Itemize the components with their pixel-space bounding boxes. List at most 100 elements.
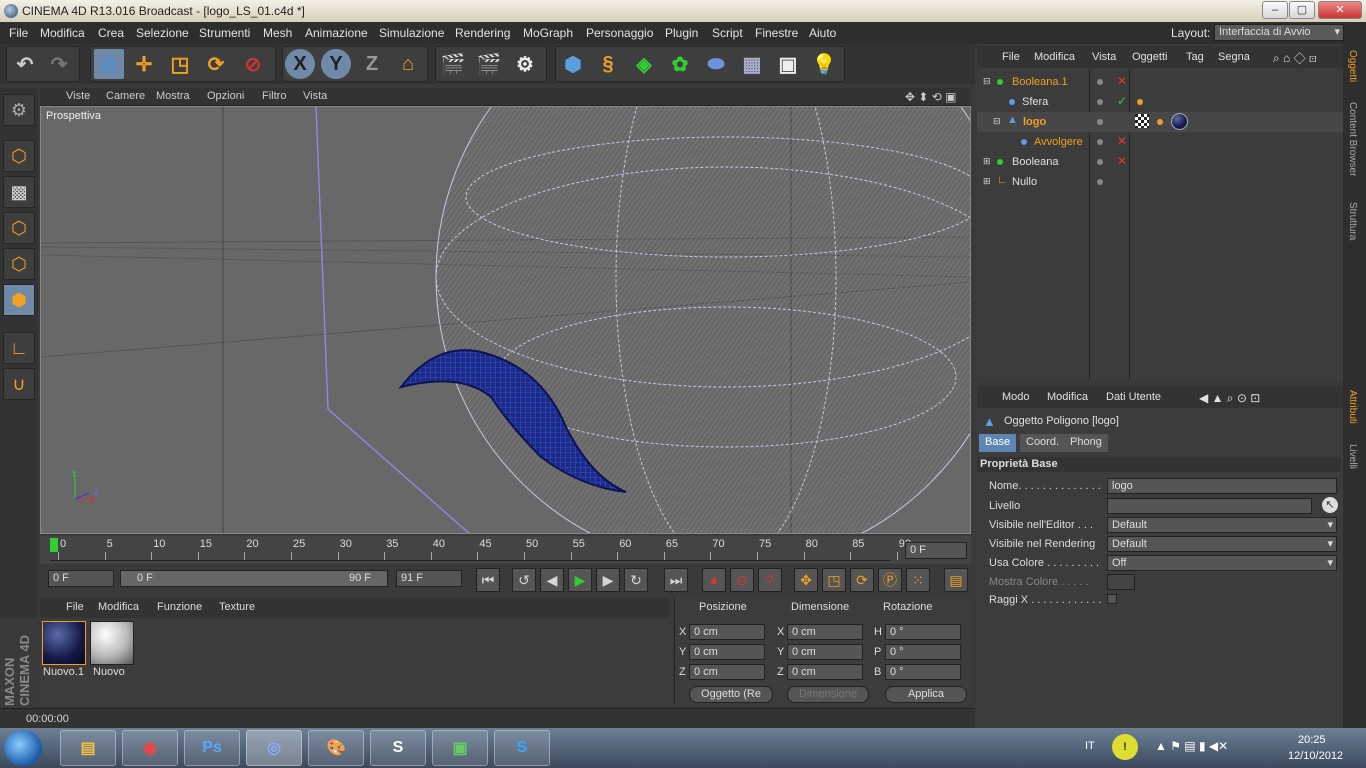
viewport-menu-camere[interactable]: Camere xyxy=(106,90,145,102)
app-taskbar-icon[interactable]: S xyxy=(370,730,426,766)
tab-base[interactable]: Base xyxy=(979,434,1017,452)
menu-simulazione[interactable]: Simulazione xyxy=(379,26,444,40)
object-menu-tag[interactable]: Tag xyxy=(1186,51,1204,63)
apply-button[interactable]: Applica xyxy=(885,686,967,703)
live-selection-icon[interactable]: ⊙ xyxy=(94,49,124,79)
remote-taskbar-icon[interactable]: ▣ xyxy=(432,730,488,766)
menu-personaggio[interactable]: Personaggio xyxy=(586,26,653,40)
coordinate-mode-select[interactable]: Oggetto (Re xyxy=(689,686,773,703)
axis-mode-icon[interactable]: ∟ xyxy=(3,332,35,364)
polygons-mode-icon[interactable]: ⬢ xyxy=(3,284,35,316)
timeline[interactable]: 051015202530354045505560657075808590 0 F xyxy=(40,536,971,564)
attr-menu-modifica[interactable]: Modifica xyxy=(1047,391,1088,403)
side-tab-livelli[interactable]: Livelli xyxy=(1347,444,1358,469)
previous-key-icon[interactable]: ↺ xyxy=(512,568,536,592)
material-menu-funzione[interactable]: Funzione xyxy=(157,601,202,613)
rot-h-field[interactable]: 0 ° xyxy=(885,624,961,640)
material-swatch-nuovo-1[interactable] xyxy=(42,621,86,665)
visibility-dot[interactable] xyxy=(1097,159,1103,165)
key-parameter-icon[interactable]: Ⓟ xyxy=(878,568,902,592)
start-button[interactable] xyxy=(4,730,42,766)
pos-y-field[interactable]: 0 cm xyxy=(689,644,765,660)
film-icon[interactable]: ▤ xyxy=(944,568,968,592)
viewport-menu-viste[interactable]: Viste xyxy=(66,90,90,102)
explorer-taskbar-icon[interactable]: ▤ xyxy=(60,730,116,766)
tab-phong[interactable]: Phong xyxy=(1064,434,1108,452)
edges-mode-icon[interactable]: ⬡ xyxy=(3,248,35,280)
object-row-booleana[interactable]: ⊞ Booleana ✕ xyxy=(977,152,1343,172)
autokey-icon[interactable]: ⊙ xyxy=(730,568,754,592)
key-rotation-icon[interactable]: ⟳ xyxy=(850,568,874,592)
key-position-icon[interactable]: ✥ xyxy=(794,568,818,592)
tray-icons[interactable]: ▲ ⚑ ▤ ▮ ◀✕ xyxy=(1155,739,1228,753)
side-tab-oggetti[interactable]: Oggetti xyxy=(1347,50,1358,82)
points-mode-icon[interactable]: ⬡ xyxy=(3,212,35,244)
search-icon[interactable]: ⌕ ⌂ ◇ ⊡ xyxy=(1273,51,1317,66)
cube-icon[interactable]: ⬢ xyxy=(558,49,588,79)
spline-icon[interactable]: § xyxy=(593,49,623,79)
viewport-menu-opzioni[interactable]: Opzioni xyxy=(207,90,244,102)
undo-icon[interactable]: ↶ xyxy=(10,49,40,79)
texture-tag-icon[interactable] xyxy=(1137,99,1143,105)
object-row-sfera[interactable]: Sfera ✓ xyxy=(977,92,1343,112)
skype-taskbar-icon[interactable]: S xyxy=(494,730,550,766)
layout-select[interactable]: Interfaccia di Avvio ▾ xyxy=(1214,24,1344,41)
visibile-editor-select[interactable]: Default ▾ xyxy=(1107,517,1337,533)
paint-taskbar-icon[interactable]: 🎨 xyxy=(308,730,364,766)
object-menu-modifica[interactable]: Modifica xyxy=(1034,51,1075,63)
phong-tag-icon[interactable] xyxy=(1157,119,1163,125)
coordinate-system-icon[interactable]: ⌂ xyxy=(393,49,423,79)
render-picture-viewer-icon[interactable]: 🎬 xyxy=(474,49,504,79)
material-menu-file[interactable]: File xyxy=(66,601,84,613)
render-settings-icon[interactable]: ⚙ xyxy=(510,49,540,79)
uvw-tag-icon[interactable] xyxy=(1135,114,1149,128)
snap-icon[interactable]: ∪ xyxy=(3,368,35,400)
preview-range-slider[interactable]: 0 F 90 F xyxy=(120,570,388,587)
start-frame-field[interactable]: 0 F xyxy=(48,570,114,587)
expand-icon[interactable]: ⊟ xyxy=(983,76,991,87)
texture-mode-icon[interactable]: ▩ xyxy=(3,176,35,208)
size-mode-select[interactable]: Dimensione xyxy=(787,686,869,703)
object-row-avvolgere[interactable]: Avvolgere ✕ xyxy=(977,132,1343,152)
key-scale-icon[interactable]: ◳ xyxy=(822,568,846,592)
nurbs-icon[interactable]: ◈ xyxy=(629,49,659,79)
object-menu-oggetti[interactable]: Oggetti xyxy=(1132,51,1167,63)
expand-icon[interactable]: ⊞ xyxy=(983,156,991,167)
viewport-menu-vista[interactable]: Vista xyxy=(303,90,327,102)
selection-tool-icon[interactable]: ⊘ xyxy=(238,49,268,79)
object-menu-file[interactable]: File xyxy=(1002,51,1020,63)
visibility-dot[interactable] xyxy=(1097,139,1103,145)
visibility-dot[interactable] xyxy=(1097,99,1103,105)
expand-icon[interactable]: ⊟ xyxy=(993,116,1001,127)
material-menu-texture[interactable]: Texture xyxy=(219,601,255,613)
previous-frame-icon[interactable]: ◀ xyxy=(540,568,564,592)
chrome-taskbar-icon[interactable]: ◉ xyxy=(122,730,178,766)
tab-coord[interactable]: Coord. xyxy=(1020,434,1066,452)
visibility-dot[interactable] xyxy=(1097,179,1103,185)
side-tab-struttura[interactable]: Struttura xyxy=(1347,202,1358,240)
rotate-icon[interactable]: ⟳ xyxy=(201,49,231,79)
disabled-x-icon[interactable]: ✕ xyxy=(1117,74,1127,88)
maximize-button[interactable]: ▢ xyxy=(1289,1,1315,19)
viewport-menu-filtro[interactable]: Filtro xyxy=(262,90,286,102)
warning-icon[interactable]: ! xyxy=(1112,734,1138,760)
model-mode-icon[interactable]: ⬡ xyxy=(3,140,35,172)
pos-z-field[interactable]: 0 cm xyxy=(689,664,765,680)
x-axis-lock-icon[interactable]: X xyxy=(285,49,315,79)
timeline-playhead[interactable] xyxy=(50,538,58,552)
attr-menu-modo[interactable]: Modo xyxy=(1002,391,1030,403)
nome-field[interactable]: logo xyxy=(1107,478,1337,494)
menu-crea[interactable]: Crea xyxy=(98,26,124,40)
viewport-nav-icons[interactable]: ✥ ⬍ ⟲ ▣ xyxy=(905,90,957,104)
menu-strumenti[interactable]: Strumenti xyxy=(199,26,250,40)
array-icon[interactable]: ✿ xyxy=(665,49,695,79)
object-menu-vista[interactable]: Vista xyxy=(1092,51,1116,63)
record-keys-icon[interactable]: ● xyxy=(702,568,726,592)
object-row-nullo[interactable]: ⊞ ∟ Nullo xyxy=(977,172,1343,192)
clock-date[interactable]: 12/10/2012 xyxy=(1288,750,1343,762)
floor-icon[interactable]: ▦ xyxy=(737,49,767,79)
rot-b-field[interactable]: 0 ° xyxy=(885,664,961,680)
clock-time[interactable]: 20:25 xyxy=(1298,734,1326,746)
material-swatch-nuovo[interactable] xyxy=(90,621,134,665)
scale-icon[interactable]: ◳ xyxy=(165,49,195,79)
